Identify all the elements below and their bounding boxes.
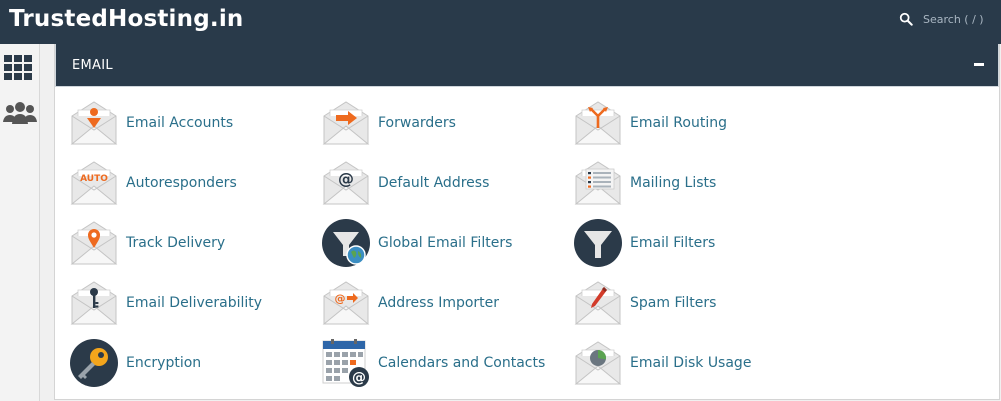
item-label: Spam Filters <box>630 295 717 311</box>
item-label: Track Delivery <box>126 235 226 251</box>
encryption-link[interactable]: Encryption <box>69 338 201 388</box>
global-email-filters-link[interactable]: Global Email Filters <box>321 218 512 268</box>
email-deliverability-link[interactable]: Email Deliverability <box>69 278 262 328</box>
item-label: Forwarders <box>378 115 456 131</box>
envelope-auto-icon: AUTO <box>71 161 117 205</box>
users-icon[interactable] <box>2 100 38 130</box>
item-label: Default Address <box>378 175 490 191</box>
brand-logo[interactable]: TrustedHosting.in <box>9 6 243 32</box>
email-panel: EMAIL Email Accounts Forwarders Email Ro… <box>54 44 1000 400</box>
email-accounts-link[interactable]: Email Accounts <box>69 98 233 148</box>
search-icon[interactable] <box>899 11 913 27</box>
item-label: Global Email Filters <box>378 235 513 251</box>
track-delivery-link[interactable]: Track Delivery <box>69 218 225 268</box>
calendar-at-icon: @ <box>322 339 369 387</box>
item-label: Calendars and Contacts <box>378 355 546 371</box>
mailing-lists-link[interactable]: Mailing Lists <box>573 158 716 208</box>
envelope-routing-icon <box>575 101 621 145</box>
item-label: Email Filters <box>630 235 716 251</box>
top-bar: TrustedHosting.in <box>0 0 1001 44</box>
envelope-list-icon <box>575 161 621 205</box>
item-label: Encryption <box>126 355 202 371</box>
funnel-globe-icon <box>322 219 370 267</box>
email-filters-link[interactable]: Email Filters <box>573 218 715 268</box>
forwarders-link[interactable]: Forwarders <box>321 98 456 148</box>
envelope-at-icon: @ <box>323 161 369 205</box>
email-disk-usage-link[interactable]: Email Disk Usage <box>573 338 751 388</box>
panel-title: EMAIL <box>72 58 113 73</box>
envelope-person-icon <box>71 101 117 145</box>
calendars-and-contacts-link[interactable]: @ Calendars and Contacts <box>321 338 545 388</box>
item-label: Address Importer <box>378 295 500 311</box>
envelope-pen-icon <box>575 281 621 325</box>
envelope-import-icon: @ <box>323 281 369 325</box>
envelope-pin-icon <box>71 221 117 265</box>
item-label: Email Accounts <box>126 115 234 131</box>
funnel-icon <box>574 219 622 267</box>
item-label: Email Routing <box>630 115 727 131</box>
key-icon <box>70 339 118 387</box>
email-routing-link[interactable]: Email Routing <box>573 98 727 148</box>
item-label: Mailing Lists <box>630 175 717 191</box>
envelope-key-icon <box>71 281 117 325</box>
panel-header[interactable]: EMAIL <box>55 44 999 87</box>
default-address-link[interactable]: @ Default Address <box>321 158 489 208</box>
search-input[interactable] <box>923 12 995 26</box>
item-label: Email Deliverability <box>126 295 263 311</box>
envelope-pie-icon <box>575 341 621 385</box>
svg-text:@: @ <box>352 370 366 386</box>
search-box[interactable] <box>899 9 995 29</box>
svg-text:AUTO: AUTO <box>80 174 108 184</box>
item-label: Email Disk Usage <box>630 355 752 371</box>
collapse-button[interactable] <box>974 63 984 66</box>
spam-filters-link[interactable]: Spam Filters <box>573 278 716 328</box>
autoresponders-link[interactable]: AUTO Autoresponders <box>69 158 237 208</box>
address-importer-link[interactable]: @ Address Importer <box>321 278 499 328</box>
svg-text:@: @ <box>335 292 346 305</box>
item-label: Autoresponders <box>126 175 237 191</box>
grid-icon[interactable] <box>2 53 34 83</box>
envelope-arrow-icon <box>323 101 369 145</box>
svg-text:@: @ <box>338 169 354 188</box>
sidebar <box>0 44 40 401</box>
